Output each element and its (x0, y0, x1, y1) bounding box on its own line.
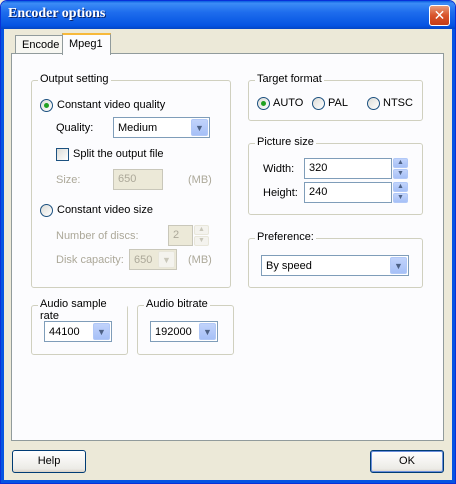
height-label: Height: (263, 187, 298, 199)
window-frame-right (452, 29, 455, 483)
chevron-down-icon[interactable]: ▼ (191, 119, 208, 136)
spin-down-icon[interactable]: ▼ (393, 193, 408, 203)
split-output-checkbox[interactable] (56, 148, 69, 161)
chevron-down-icon[interactable]: ▼ (199, 323, 216, 340)
ok-button-label: OK (399, 455, 415, 467)
tab-mpeg1[interactable]: Mpeg1 (62, 33, 111, 55)
window-frame-left (1, 29, 4, 483)
format-auto-radio[interactable] (257, 97, 270, 110)
picture-size-group: Picture size (248, 136, 423, 215)
discs-value: 2 (173, 229, 180, 241)
width-spinner[interactable]: ▲ ▼ (393, 158, 408, 179)
chevron-down-icon[interactable]: ▼ (158, 251, 175, 268)
target-format-legend: Target format (255, 73, 324, 85)
format-pal-label[interactable]: PAL (328, 97, 348, 109)
spin-down-icon[interactable]: ▼ (393, 169, 408, 179)
ok-button[interactable]: OK (370, 450, 444, 473)
spin-up-icon[interactable]: ▲ (393, 158, 408, 168)
discs-input[interactable]: 2 (168, 225, 193, 246)
constant-size-label[interactable]: Constant video size (57, 204, 153, 216)
tab-panel-mpeg1: Output setting Constant video quality Qu… (11, 53, 444, 441)
constant-quality-label[interactable]: Constant video quality (57, 99, 165, 111)
audio-sample-rate-select[interactable]: 44100 ▼ (44, 321, 112, 342)
size-label: Size: (56, 174, 81, 186)
preference-select-value: By speed (266, 260, 312, 272)
spin-up-icon[interactable]: ▲ (393, 182, 408, 192)
encoder-options-window: Encoder options ✕ Encode Mpeg1 Output se… (0, 0, 456, 484)
spin-down-icon[interactable]: ▼ (194, 236, 209, 246)
capacity-select[interactable]: 650 ▼ (129, 249, 177, 270)
picture-size-legend: Picture size (255, 136, 316, 148)
audio-bitrate-value: 192000 (155, 326, 192, 338)
height-value: 240 (309, 186, 328, 198)
height-input[interactable]: 240 (304, 182, 392, 203)
format-pal-radio[interactable] (312, 97, 325, 110)
format-auto-label[interactable]: AUTO (273, 97, 303, 109)
audio-bitrate-select[interactable]: 192000 ▼ (150, 321, 218, 342)
size-input[interactable]: 650 (113, 169, 163, 190)
audio-bitrate-legend: Audio bitrate (144, 298, 210, 310)
audio-sample-rate-legend: Audio sample rate (38, 298, 127, 322)
quality-select-value: Medium (118, 122, 158, 134)
width-value: 320 (309, 162, 328, 174)
capacity-label: Disk capacity: (56, 254, 124, 266)
width-label: Width: (263, 163, 295, 175)
capacity-unit: (MB) (188, 254, 212, 266)
window-frame-bottom (1, 480, 455, 483)
help-button[interactable]: Help (12, 450, 86, 473)
size-unit: (MB) (188, 174, 212, 186)
quality-select[interactable]: Medium ▼ (113, 117, 210, 138)
audio-sample-rate-value: 44100 (49, 326, 80, 338)
preference-legend: Preference: (255, 231, 316, 243)
chevron-down-icon[interactable]: ▼ (390, 257, 407, 274)
tab-encode-label: Encode (22, 39, 60, 51)
constant-quality-radio[interactable] (40, 99, 53, 112)
preference-select[interactable]: By speed ▼ (261, 255, 409, 276)
title-bar[interactable]: Encoder options ✕ (1, 1, 455, 29)
split-output-label[interactable]: Split the output file (73, 148, 164, 160)
tab-encode[interactable]: Encode (15, 35, 63, 55)
width-input[interactable]: 320 (304, 158, 392, 179)
discs-spinner[interactable]: ▲ ▼ (194, 225, 209, 246)
tab-mpeg1-label: Mpeg1 (69, 38, 103, 50)
chevron-down-icon[interactable]: ▼ (93, 323, 110, 340)
output-setting-legend: Output setting (38, 73, 111, 85)
quality-label: Quality: (56, 122, 94, 134)
window-title: Encoder options (8, 6, 106, 21)
help-button-label: Help (37, 455, 61, 467)
format-ntsc-label[interactable]: NTSC (383, 97, 413, 109)
capacity-select-value: 650 (134, 254, 153, 266)
format-ntsc-radio[interactable] (367, 97, 380, 110)
constant-size-radio[interactable] (40, 204, 53, 217)
size-value: 650 (118, 173, 137, 185)
height-spinner[interactable]: ▲ ▼ (393, 182, 408, 203)
close-button[interactable]: ✕ (429, 5, 450, 26)
spin-up-icon[interactable]: ▲ (194, 225, 209, 235)
discs-label: Number of discs: (56, 230, 139, 242)
